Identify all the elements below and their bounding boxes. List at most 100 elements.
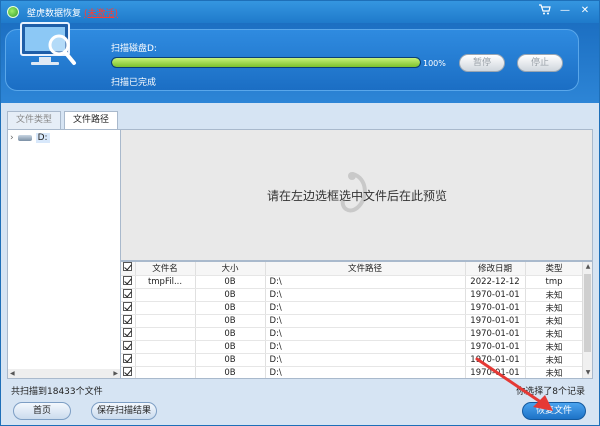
- cell-type: 未知: [525, 340, 584, 354]
- scan-status: 扫描已完成: [111, 78, 157, 88]
- cell-path: D:\: [265, 314, 466, 328]
- cell-file-name: [135, 353, 196, 367]
- row-select-cell[interactable]: [121, 340, 136, 354]
- cell-size: 0B: [195, 314, 266, 328]
- window-controls: — ✕: [537, 4, 593, 18]
- cell-file-name: tmpFil...: [135, 275, 196, 289]
- cell-size: 0B: [195, 301, 266, 315]
- scrollbar-thumb[interactable]: [584, 274, 591, 352]
- cell-type: 未知: [525, 327, 584, 341]
- cell-path: D:\: [265, 353, 466, 367]
- row-checkbox[interactable]: [123, 340, 133, 350]
- tab-file-type[interactable]: 文件类型: [7, 111, 62, 129]
- scan-disk-label: 扫描磁盘D:: [111, 44, 157, 54]
- tree-item-drive-d[interactable]: › D:: [10, 132, 50, 144]
- row-checkbox[interactable]: [123, 366, 133, 376]
- table-vertical-scrollbar[interactable]: ▲ ▼: [582, 262, 592, 378]
- cell-size: 0B: [195, 327, 266, 341]
- scan-progress-fill: [112, 58, 420, 67]
- scan-total-count: 共扫描到18433个文件: [11, 387, 103, 397]
- table-row[interactable]: 0BD:\1970-01-01未知: [121, 340, 584, 354]
- app-title: 壁虎数据恢复: [27, 8, 82, 19]
- chevron-right-icon[interactable]: ›: [10, 133, 14, 143]
- scan-progress-bar: [111, 57, 421, 68]
- cell-size: 0B: [195, 340, 266, 354]
- row-select-cell[interactable]: [121, 366, 136, 378]
- cell-path: D:\: [265, 275, 466, 289]
- cell-date: 2022-12-12: [465, 275, 526, 289]
- cell-path: D:\: [265, 301, 466, 315]
- cell-file-name: [135, 301, 196, 315]
- column-header-date[interactable]: 修改日期: [465, 262, 526, 276]
- scroll-right-icon[interactable]: ▶: [113, 370, 118, 377]
- row-select-cell[interactable]: [121, 353, 136, 367]
- cell-type: tmp: [525, 275, 584, 289]
- table-row[interactable]: 0BD:\1970-01-01未知: [121, 288, 584, 302]
- cell-file-name: [135, 340, 196, 354]
- annotation-arrow-icon: [475, 357, 553, 411]
- activation-badge[interactable]: (未激活): [84, 6, 118, 19]
- column-header-type[interactable]: 类型: [525, 262, 584, 276]
- row-select-cell[interactable]: [121, 301, 136, 315]
- cell-file-name: [135, 288, 196, 302]
- row-checkbox[interactable]: [123, 327, 133, 337]
- select-all-header[interactable]: [121, 262, 136, 276]
- row-checkbox[interactable]: [123, 288, 133, 298]
- scroll-down-icon[interactable]: ▼: [583, 368, 592, 378]
- scan-progress-percent: 100%: [423, 59, 446, 68]
- row-checkbox[interactable]: [123, 301, 133, 311]
- cell-date: 1970-01-01: [465, 288, 526, 302]
- table-row[interactable]: 0BD:\1970-01-01未知: [121, 301, 584, 315]
- column-header-size[interactable]: 大小: [195, 262, 266, 276]
- pause-button[interactable]: 暂停: [459, 54, 505, 72]
- minimize-icon[interactable]: —: [557, 4, 573, 18]
- table-row[interactable]: 0BD:\1970-01-01未知: [121, 327, 584, 341]
- row-checkbox[interactable]: [123, 353, 133, 363]
- cell-size: 0B: [195, 353, 266, 367]
- table-row[interactable]: tmpFil... 0B D:\ 2022-12-12 tmp: [121, 275, 584, 289]
- row-select-cell[interactable]: [121, 288, 136, 302]
- close-icon[interactable]: ✕: [577, 4, 593, 18]
- scroll-left-icon[interactable]: ◀: [10, 370, 15, 377]
- cell-size: 0B: [195, 366, 266, 378]
- select-all-checkbox[interactable]: [123, 262, 133, 272]
- drive-icon: [17, 135, 32, 141]
- view-tabs: 文件类型 文件路径: [7, 111, 119, 129]
- cell-date: 1970-01-01: [465, 301, 526, 315]
- row-checkbox[interactable]: [123, 275, 133, 285]
- table-row[interactable]: 0BD:\1970-01-01未知: [121, 314, 584, 328]
- column-header-name[interactable]: 文件名: [135, 262, 196, 276]
- title-bar: 壁虎数据恢复 (未激活) — ✕: [1, 1, 599, 23]
- folder-tree: › D: ◀ ▶: [7, 129, 121, 379]
- preview-message: 请在左边选框选中文件后在此预览: [266, 189, 447, 203]
- cell-type: 未知: [525, 314, 584, 328]
- home-button[interactable]: 首页: [13, 402, 71, 420]
- preview-pane: 请在左边选框选中文件后在此预览: [121, 129, 593, 261]
- row-select-cell[interactable]: [121, 314, 136, 328]
- cell-type: 未知: [525, 301, 584, 315]
- row-select-cell[interactable]: [121, 275, 136, 289]
- tab-file-path[interactable]: 文件路径: [64, 111, 119, 129]
- column-header-path[interactable]: 文件路径: [265, 262, 466, 276]
- cell-size: 0B: [195, 288, 266, 302]
- cell-size: 0B: [195, 275, 266, 289]
- cell-file-name: [135, 314, 196, 328]
- app-window: 壁虎数据恢复 (未激活) — ✕ 扫描磁盘D: 100% 扫描已完成 暂停 停止…: [0, 0, 600, 426]
- tree-item-label: D:: [35, 133, 50, 143]
- app-logo-icon: [7, 6, 19, 18]
- cell-file-name: [135, 366, 196, 378]
- tree-horizontal-scrollbar[interactable]: ◀ ▶: [8, 369, 120, 378]
- save-scan-result-button[interactable]: 保存扫描结果: [91, 402, 157, 420]
- cell-path: D:\: [265, 366, 466, 378]
- cell-date: 1970-01-01: [465, 314, 526, 328]
- cell-file-name: [135, 327, 196, 341]
- row-select-cell[interactable]: [121, 327, 136, 341]
- row-checkbox[interactable]: [123, 314, 133, 324]
- cart-icon[interactable]: [537, 4, 553, 18]
- cell-date: 1970-01-01: [465, 340, 526, 354]
- stop-button[interactable]: 停止: [517, 54, 563, 72]
- scroll-up-icon[interactable]: ▲: [583, 262, 592, 272]
- scan-monitor-icon: [20, 22, 76, 65]
- table-header-row: 文件名 大小 文件路径 修改日期 类型: [121, 262, 584, 276]
- cell-type: 未知: [525, 288, 584, 302]
